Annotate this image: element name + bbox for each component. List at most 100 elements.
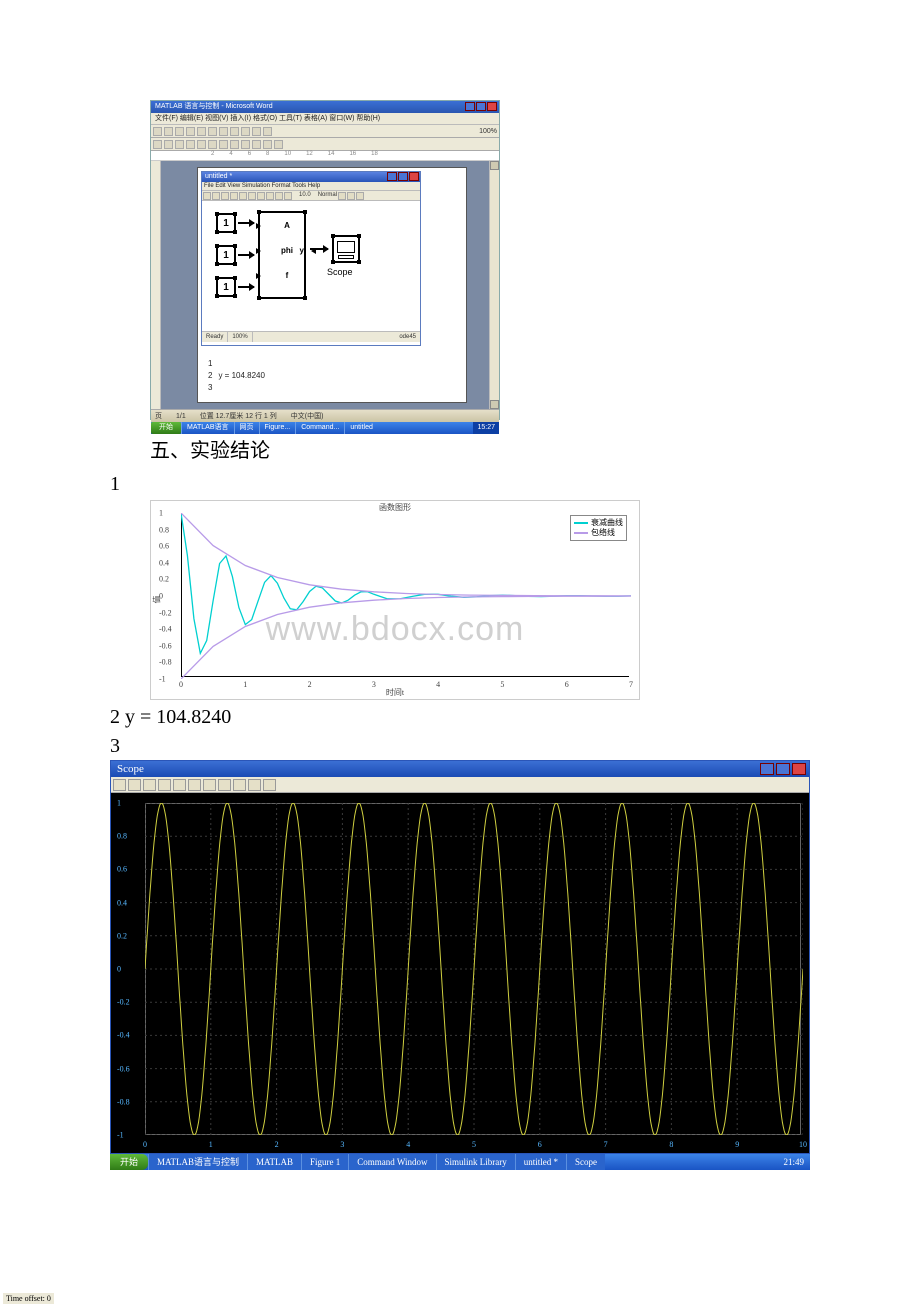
scope-block[interactable] (332, 235, 360, 263)
save-icon[interactable] (221, 192, 229, 200)
close-icon[interactable] (487, 102, 497, 111)
taskbar-item[interactable]: MATLAB语言 (181, 422, 234, 434)
word-toolbar[interactable]: 100% (151, 125, 499, 138)
section-heading: 五、实验结论 (150, 434, 810, 463)
cut-icon[interactable] (197, 127, 206, 136)
chart-title: 函数图形 (151, 502, 639, 513)
maximize-icon[interactable] (476, 102, 486, 111)
play-icon[interactable] (275, 192, 283, 200)
minimize-icon[interactable] (387, 172, 397, 181)
align-right-icon[interactable] (219, 140, 228, 149)
cut-icon[interactable] (239, 192, 247, 200)
close-icon[interactable] (409, 172, 419, 181)
subsystem-block[interactable]: A phiy f (258, 211, 306, 299)
constant-block-3[interactable]: 1 (216, 277, 236, 297)
taskbar[interactable]: 开始 MATLAB语言与控制 MATLAB Figure 1 Command W… (110, 1154, 810, 1170)
signal-line[interactable] (238, 286, 254, 288)
save-icon[interactable] (175, 127, 184, 136)
start-button[interactable]: 开始 (151, 422, 181, 434)
align-left-icon[interactable] (197, 140, 206, 149)
simulink-canvas[interactable]: 1 1 1 A phiy f (202, 201, 420, 331)
taskbar-item[interactable]: untitled (344, 422, 378, 434)
paste-icon[interactable] (257, 192, 265, 200)
simulink-menu[interactable]: File Edit View Simulation Format Tools H… (202, 182, 420, 191)
taskbar-item[interactable]: untitled * (515, 1154, 566, 1170)
word-screenshot: MATLAB 语言与控制 - Microsoft Word 文件(F) 编辑(E… (150, 100, 500, 420)
minimize-icon[interactable] (760, 763, 774, 775)
print-icon[interactable] (186, 127, 195, 136)
taskbar-item[interactable]: Figure 1 (301, 1154, 348, 1170)
close-icon[interactable] (792, 763, 806, 775)
new-icon[interactable] (153, 127, 162, 136)
float-icon[interactable] (233, 779, 246, 791)
italic-icon[interactable] (175, 140, 184, 149)
maximize-icon[interactable] (398, 172, 408, 181)
params-icon[interactable] (128, 779, 141, 791)
system-tray: 21:49 (777, 1154, 810, 1170)
constant-block-1[interactable]: 1 (216, 213, 236, 233)
taskbar-item[interactable]: MATLAB (247, 1154, 301, 1170)
time-offset: Time offset: 0 (3, 1293, 54, 1304)
taskbar-item[interactable]: Scope (566, 1154, 605, 1170)
autoscale-icon[interactable] (188, 779, 201, 791)
signal-line[interactable] (238, 254, 254, 256)
taskbar-item[interactable]: Command... (295, 422, 344, 434)
item-2: 2 y = 104.8240 (110, 706, 810, 729)
lock-icon[interactable] (248, 779, 261, 791)
paste-icon[interactable] (219, 127, 228, 136)
minimize-icon[interactable] (465, 102, 475, 111)
numbering-icon[interactable] (241, 140, 250, 149)
document-page: untitled * File Edit View Simulation For… (197, 167, 467, 403)
bold-icon[interactable] (164, 140, 173, 149)
copy-icon[interactable] (208, 127, 217, 136)
zoomy-icon[interactable] (158, 779, 171, 791)
scope-icon[interactable] (347, 192, 355, 200)
print-icon[interactable] (113, 779, 126, 791)
stop-icon[interactable] (284, 192, 292, 200)
start-button[interactable]: 开始 (110, 1154, 148, 1170)
open-icon[interactable] (164, 127, 173, 136)
zoom-icon[interactable] (263, 127, 272, 136)
zoomx-icon[interactable] (143, 779, 156, 791)
redo-icon[interactable] (241, 127, 250, 136)
zoomxy-icon[interactable] (173, 779, 186, 791)
taskbar-item[interactable]: Command Window (348, 1154, 435, 1170)
scope-screenshot: Scope -1-0.8-0.6-0.4-0.200.20.40.60.8101… (110, 760, 810, 1170)
simulink-toolbar[interactable]: 10.0 Normal (202, 191, 420, 201)
taskbar[interactable]: 开始 MATLAB语言 网页 Figure... Command... unti… (151, 422, 499, 434)
copy-icon[interactable] (248, 192, 256, 200)
scope-toolbar[interactable] (111, 777, 809, 793)
open-icon[interactable] (212, 192, 220, 200)
undo-icon[interactable] (266, 192, 274, 200)
maximize-icon[interactable] (776, 763, 790, 775)
new-icon[interactable] (203, 192, 211, 200)
table-icon[interactable] (252, 127, 261, 136)
lib-icon[interactable] (338, 192, 346, 200)
underline-icon[interactable] (186, 140, 195, 149)
outdent-icon[interactable] (263, 140, 272, 149)
undo-icon[interactable] (230, 127, 239, 136)
word-menubar[interactable]: 文件(F) 编辑(E) 视图(V) 插入(I) 格式(O) 工具(T) 表格(A… (151, 113, 499, 125)
save-icon[interactable] (203, 779, 216, 791)
indent-icon[interactable] (252, 140, 261, 149)
color-icon[interactable] (274, 140, 283, 149)
taskbar-item[interactable]: Figure... (259, 422, 296, 434)
bullets-icon[interactable] (230, 140, 239, 149)
signal-line[interactable] (238, 222, 254, 224)
print-icon[interactable] (230, 192, 238, 200)
taskbar-item[interactable]: Simulink Library (436, 1154, 515, 1170)
restore-icon[interactable] (218, 779, 231, 791)
plot-svg (181, 513, 631, 679)
word-toolbar-2[interactable] (151, 138, 499, 151)
solver-mode[interactable]: Normal (318, 192, 337, 199)
align-center-icon[interactable] (208, 140, 217, 149)
taskbar-item[interactable]: MATLAB语言与控制 (148, 1154, 247, 1170)
scrollbar[interactable] (489, 161, 499, 409)
taskbar-item[interactable]: 网页 (234, 422, 259, 434)
help-icon[interactable] (356, 192, 364, 200)
stop-time[interactable]: 10.0 (299, 192, 311, 199)
signal-line[interactable] (310, 248, 328, 250)
signal-icon[interactable] (263, 779, 276, 791)
constant-block-2[interactable]: 1 (216, 245, 236, 265)
font-icon[interactable] (153, 140, 162, 149)
